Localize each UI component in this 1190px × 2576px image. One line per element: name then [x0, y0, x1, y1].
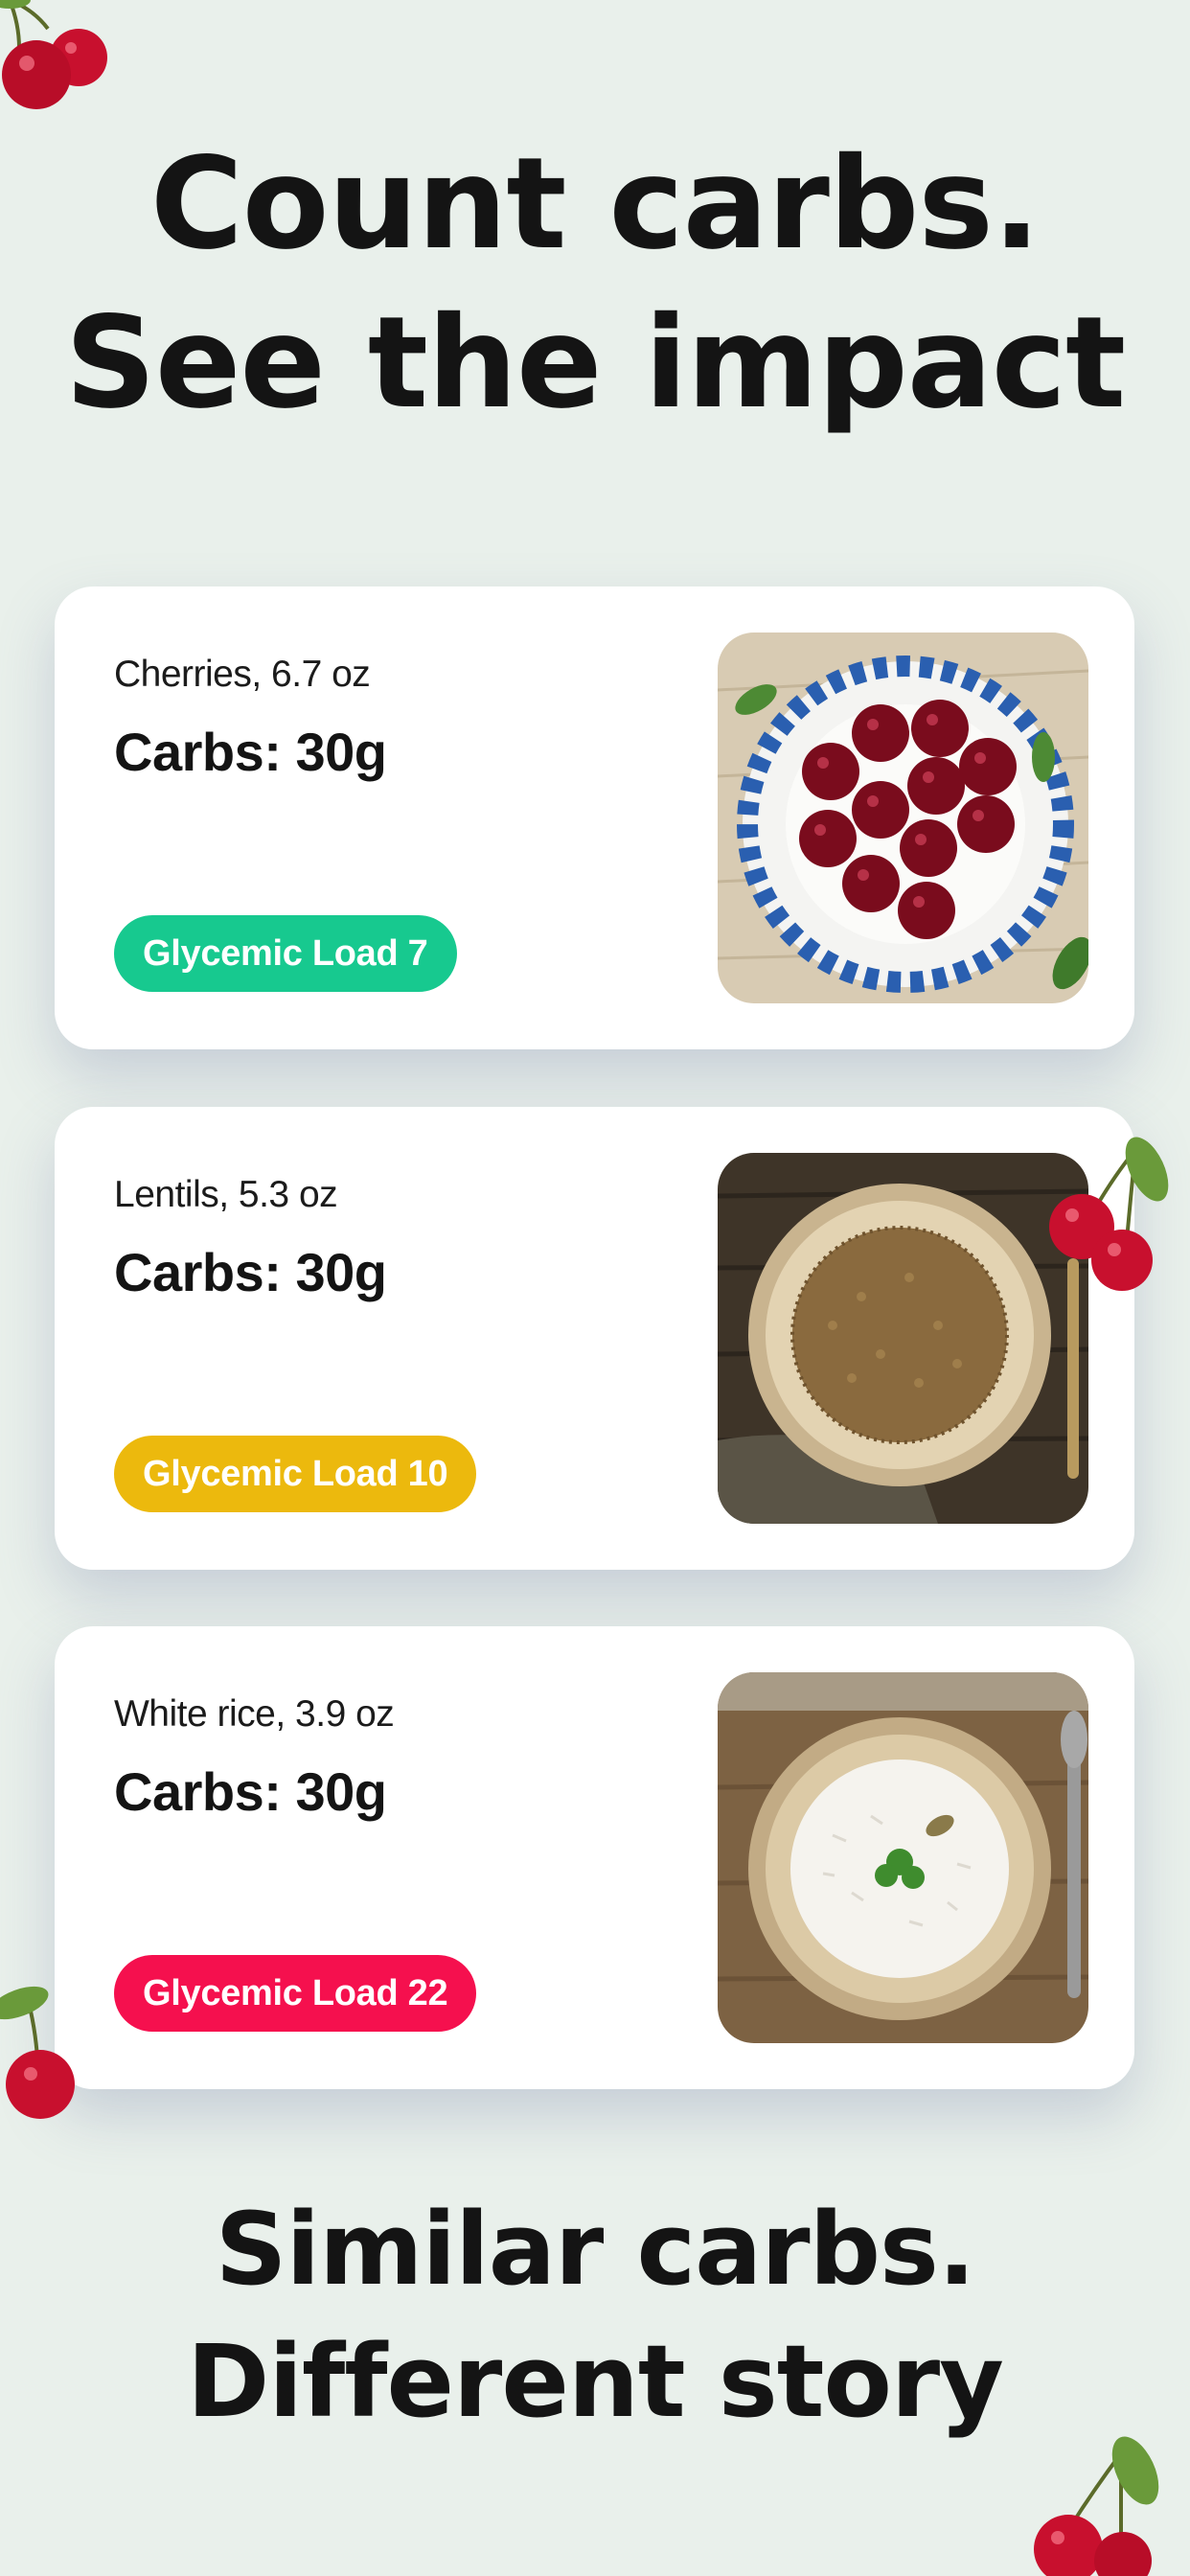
glycemic-load-badge: Glycemic Load 22	[114, 1955, 477, 2032]
carbs-value: Carbs: 30g	[114, 1242, 387, 1302]
food-card-white-rice[interactable]: White rice, 3.9 oz Carbs: 30g Glycemic L…	[55, 1626, 1134, 2089]
food-portion-label: White rice, 3.9 oz	[114, 1693, 395, 1735]
headline-bottom-line-2: Different story	[187, 2323, 1004, 2440]
food-portion-label: Lentils, 5.3 oz	[114, 1174, 338, 1215]
glycemic-load-badge: Glycemic Load 7	[114, 915, 457, 992]
headline-top-line-2: See the impact	[64, 289, 1126, 437]
headline-top: Count carbs. See the impact	[0, 125, 1190, 443]
headline-bottom-line-1: Similar carbs.	[215, 2191, 976, 2308]
cherry-icon	[0, 0, 107, 109]
rice-bowl-photo	[718, 1672, 1088, 2043]
headline-bottom: Similar carbs. Different story	[0, 2183, 1190, 2448]
lentils-bowl-photo	[718, 1153, 1088, 1524]
headline-top-line-1: Count carbs.	[149, 130, 1041, 278]
cherry-icon	[1049, 1137, 1169, 1291]
cherry-icon	[0, 1986, 75, 2119]
food-portion-label: Cherries, 6.7 oz	[114, 654, 371, 695]
carbs-value: Carbs: 30g	[114, 722, 387, 782]
glycemic-load-badge: Glycemic Load 10	[114, 1436, 477, 1512]
food-card-cherries[interactable]: Cherries, 6.7 oz Carbs: 30g Glycemic Loa…	[55, 586, 1134, 1049]
carbs-value: Carbs: 30g	[114, 1761, 387, 1822]
cherries-plate-photo	[718, 632, 1088, 1003]
food-card-lentils[interactable]: Lentils, 5.3 oz Carbs: 30g Glycemic Load…	[55, 1107, 1134, 1570]
cherry-icon	[1034, 2436, 1159, 2576]
